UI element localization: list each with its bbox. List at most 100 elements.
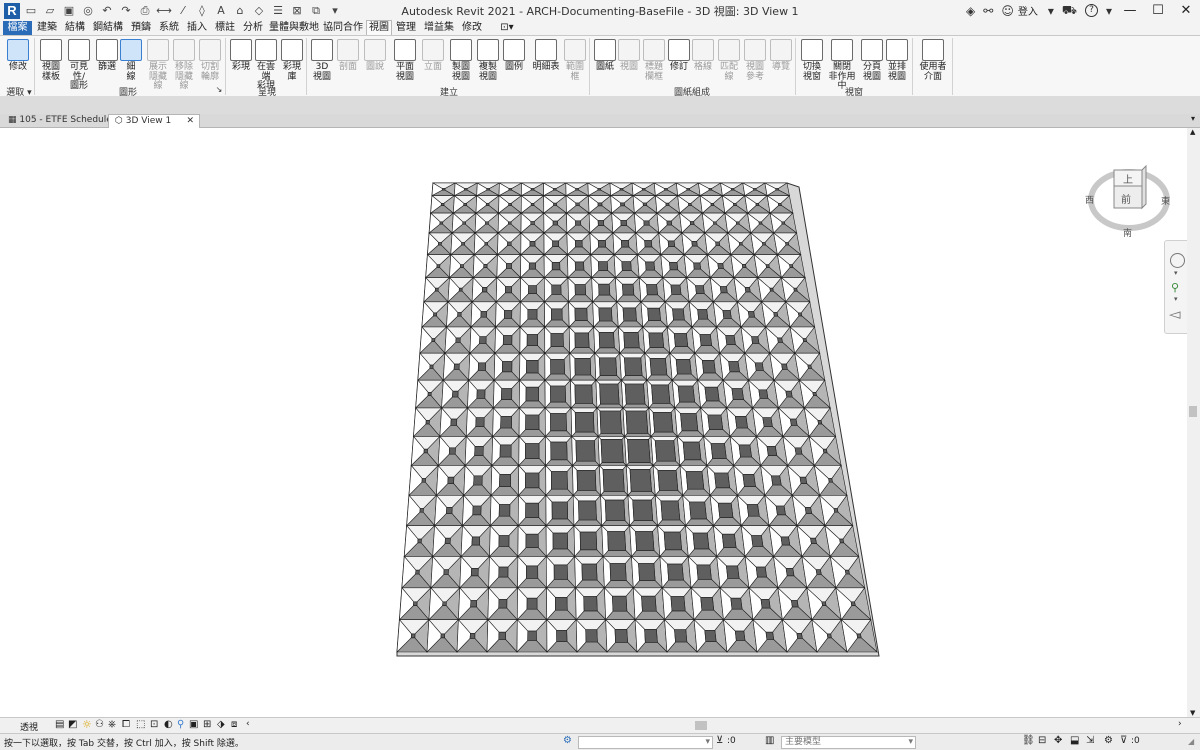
section-icon[interactable]: ◇ [251,3,267,19]
visibility-graphics-button[interactable]: 可見性/ 圖形 [66,39,92,92]
drafting-view-button[interactable]: 製圖 視圖 [448,39,474,82]
guide-grid-button[interactable]: 格線 [690,39,716,73]
viewcube-front-face[interactable]: 前 [1121,191,1131,206]
chevron-down-icon[interactable]: ▾ [1106,4,1112,18]
tab-add-ins[interactable]: 增益集 [421,21,457,35]
visual-style-icon[interactable]: ◩ [68,719,77,730]
horizontal-scroll-thumb[interactable] [695,721,707,730]
thin-lines-icon[interactable]: ☰ [270,3,286,19]
tab-collaborate[interactable]: 協同合作 [322,21,364,35]
dialog-launcher-icon[interactable]: ↘ [214,85,224,94]
design-option-dropdown[interactable]: 主要模型 ▾ [781,736,916,749]
temporary-hide-icon[interactable]: ◐ [164,719,173,730]
print-icon[interactable]: ⎙ [137,3,153,19]
binoculars-icon[interactable]: ⚯ [983,4,993,18]
tab-steel[interactable]: 鋼結構 [90,21,126,35]
select-by-face-icon[interactable]: ⬓ [1070,735,1079,746]
tab-list-dropdown-icon[interactable]: ▾ [1191,114,1195,123]
render-button[interactable]: 彩現 [228,39,254,73]
modify-button[interactable]: 修改 [5,39,31,73]
help-icon[interactable]: ? [1084,4,1098,17]
measure-icon[interactable]: ⟷ [156,3,172,19]
save-icon[interactable]: ▣ [61,3,77,19]
constraints-icon[interactable]: ⧈ [231,719,237,730]
matchline-button[interactable]: 匹配線 [716,39,742,82]
viewcube-west-label[interactable]: 西 [1085,193,1094,206]
tab-annotate[interactable]: 標註 [212,21,238,35]
switch-windows-button[interactable]: 切換 視窗 [799,39,825,82]
cart-icon[interactable]: ⛟ [1062,3,1077,19]
design-options-icon[interactable]: ▥ [765,735,774,746]
view-tab-etfe-schedule[interactable]: ▦ 105 - ETFE Schedule [2,114,112,127]
tab-precast[interactable]: 預鑄 [128,21,154,35]
render-gallery-button[interactable]: 彩現 庫 [279,39,305,82]
tab-views-button[interactable]: 分頁 視圖 [859,39,885,82]
viewcube-east-label[interactable]: 東 [1161,194,1170,207]
duplicate-view-button[interactable]: 複製 視圖 [475,39,501,82]
customize-qat-icon[interactable]: ▾ [327,3,343,19]
close-icon[interactable]: ✕ [186,115,194,128]
thin-lines-button[interactable]: 細 線 [118,39,144,82]
show-hidden-lines-button[interactable]: 展示 隱藏線 [145,39,171,92]
vertical-scrollbar[interactable]: ▲ ▼ [1187,128,1200,717]
viewports-button[interactable]: 導覽 [768,39,794,73]
tab-structure[interactable]: 結構 [62,21,88,35]
minimize-button[interactable]: — [1116,0,1144,21]
etfe-facade-model[interactable] [0,128,1186,717]
tab-insert[interactable]: 插入 [184,21,210,35]
open-icon[interactable]: ▱ [42,3,58,19]
reveal-hidden-icon[interactable]: ⚲ [177,719,184,730]
tab-systems[interactable]: 系統 [156,21,182,35]
navigation-pointer-icon[interactable]: ◅ [1169,305,1181,323]
ribbon-display-toggle-icon[interactable]: ⊡▾ [497,21,517,35]
select-underlay-icon[interactable]: ⊟ [1038,735,1046,746]
render-in-cloud-button[interactable]: 在雲端 彩現 [253,39,279,92]
analytical-model-icon[interactable]: ⬗ [217,719,225,730]
legends-button[interactable]: 圖例 [501,39,527,73]
shadows-icon[interactable]: ⚇ [95,719,104,730]
zoom-icon[interactable]: ⚲ [1171,281,1179,294]
remove-hidden-lines-button[interactable]: 移除 隱藏線 [171,39,197,92]
scroll-right-arrow-icon[interactable]: › [1178,719,1182,729]
title-block-button[interactable]: 標題 欄框 [641,39,667,82]
scroll-up-arrow-icon[interactable]: ▲ [1190,128,1195,136]
aligned-dimension-icon[interactable]: ⁄ [175,3,191,19]
cut-profile-button[interactable]: 切割 輪廓 [197,39,223,82]
worksharing-display-icon[interactable]: ⊞ [203,719,211,730]
sun-path-icon[interactable]: ☼ [82,718,92,731]
view-cube[interactable]: 上 前 西 東 南 [1084,160,1174,240]
view-tab-3d-view-1[interactable]: ⬡ 3D View 1 ✕ [108,114,200,129]
lock-3d-view-icon[interactable]: ⊡ [150,719,158,730]
crop-region-icon[interactable]: ⬚ [136,719,145,730]
text-icon[interactable]: A [213,3,229,19]
steering-wheel-icon[interactable] [1170,253,1185,268]
revit-logo-icon[interactable]: R [4,2,20,19]
select-pinned-icon[interactable]: ✥ [1054,735,1062,746]
resize-grip-icon[interactable]: ◢ [1188,737,1194,746]
switch-windows-icon[interactable]: ⧉ [308,3,324,19]
tile-views-button[interactable]: 並排 視圖 [884,39,910,82]
undo-icon[interactable]: ↶ [99,3,115,19]
tab-architecture[interactable]: 建築 [34,21,60,35]
chevron-down-icon[interactable]: ▾ [1174,295,1178,303]
active-workset-dropdown[interactable]: ▾ [578,736,713,749]
crop-view-icon[interactable]: ⧠ [122,719,130,730]
view-reference-button[interactable]: 視圖 參考 [742,39,768,82]
section-button[interactable]: 剖面 [335,39,361,73]
temporary-view-properties-icon[interactable]: ▣ [189,719,198,730]
horizontal-scrollbar[interactable] [255,721,1183,730]
tab-file[interactable]: 檔案 [3,21,32,35]
chevron-down-icon[interactable]: ▾ [1048,4,1054,18]
view-templates-button[interactable]: 視圖 樣板 [38,39,64,82]
sign-in-button[interactable]: 登入 [1018,3,1038,18]
tab-massing-site[interactable]: 量體與敷地 [268,21,320,35]
detail-level-icon[interactable]: ▤ [55,719,64,730]
view-scale-label[interactable]: 透視 [20,720,38,733]
3d-view-button[interactable]: 3D 視圖 [309,39,335,82]
filter-icon[interactable]: ⊽ [1120,735,1127,746]
vertical-scroll-thumb[interactable] [1189,406,1197,417]
close-button[interactable]: ✕ [1172,0,1200,21]
default-3d-view-icon[interactable]: ⌂ [232,3,248,19]
place-view-button[interactable]: 視圖 [616,39,642,73]
tab-analyze[interactable]: 分析 [240,21,266,35]
